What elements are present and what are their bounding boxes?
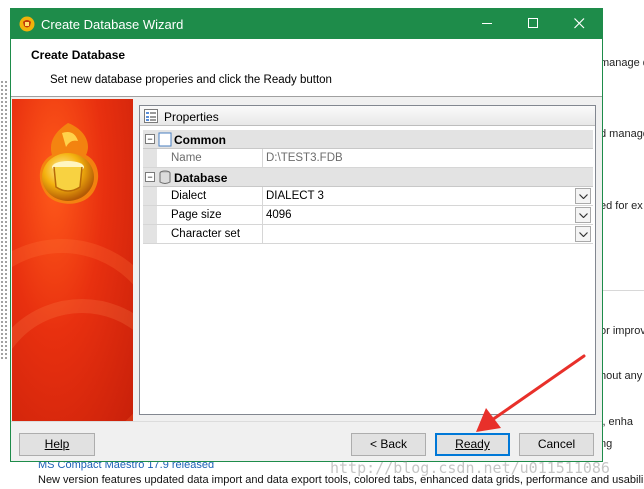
collapse-icon[interactable]: − <box>145 134 155 144</box>
cancel-button[interactable]: Cancel <box>519 433 594 456</box>
properties-panel: Properties − Common Name D:\TEST3.FDB − … <box>139 105 596 415</box>
button-bar: Help < Back Ready Cancel <box>11 421 602 461</box>
create-database-dialog: Create Database Wizard Create Database S… <box>10 8 603 462</box>
chevron-down-icon <box>579 213 588 218</box>
minimize-icon <box>482 23 492 24</box>
dialect-value: DIALECT 3 <box>266 190 324 202</box>
page-icon <box>158 132 172 147</box>
property-name: Page size <box>157 206 263 224</box>
minimize-button[interactable] <box>465 9 510 39</box>
property-name: Dialect <box>157 187 263 205</box>
back-button-label: < Back <box>369 437 408 451</box>
close-icon <box>574 18 585 29</box>
properties-header: Properties <box>140 106 595 126</box>
dropdown-button[interactable] <box>575 226 591 242</box>
page-subtitle: Set new database properies and click the… <box>50 74 332 86</box>
background-text: d manage <box>600 128 644 140</box>
property-row-dialect: Dialect DIALECT 3 <box>143 187 593 206</box>
property-value-name: D:\TEST3.FDB <box>266 152 343 164</box>
dropdown-button[interactable] <box>575 188 591 204</box>
cancel-button-label: Cancel <box>537 437 576 451</box>
page-size-select[interactable]: 4096 <box>264 206 593 224</box>
property-row-name: Name D:\TEST3.FDB <box>143 149 593 168</box>
background-text: manage d <box>600 57 644 69</box>
background-text: i, enha <box>600 416 634 428</box>
watermark: http://blog.csdn.net/u011511086 <box>330 459 610 477</box>
chevron-down-icon <box>579 194 588 199</box>
collapse-icon[interactable]: − <box>145 172 155 182</box>
character-set-select[interactable] <box>264 225 593 243</box>
maximize-button[interactable] <box>511 9 556 39</box>
page-title: Create Database <box>31 48 126 62</box>
help-button-label: Help <box>44 437 70 451</box>
background-divider <box>600 290 644 291</box>
property-name: Name <box>157 149 263 167</box>
background-text: or improv <box>600 325 644 337</box>
category-common[interactable]: − Common <box>143 130 593 149</box>
properties-label: Properties <box>164 110 219 124</box>
property-row-page-size: Page size 4096 <box>143 206 593 225</box>
wizard-side-image <box>12 99 133 421</box>
properties-icon <box>144 109 158 123</box>
property-grid: − Common Name D:\TEST3.FDB − Database Di… <box>143 130 593 244</box>
ready-button-label: Ready <box>455 437 490 451</box>
background-splitter <box>0 80 8 360</box>
background-text: ed for ex <box>600 200 643 212</box>
firebird-logo-icon <box>39 123 99 204</box>
property-row-character-set: Character set <box>143 225 593 244</box>
dropdown-button[interactable] <box>575 207 591 223</box>
category-database[interactable]: − Database <box>143 168 593 187</box>
chevron-down-icon <box>579 232 588 237</box>
wizard-header: Create Database Set new database properi… <box>11 39 602 97</box>
back-button[interactable]: < Back <box>351 433 426 456</box>
background-text: hout any <box>600 370 643 382</box>
maximize-icon <box>528 18 538 28</box>
title-bar[interactable]: Create Database Wizard <box>11 9 602 39</box>
property-name: Character set <box>157 225 263 243</box>
ready-button[interactable]: Ready <box>435 433 510 456</box>
category-label: Common <box>174 133 226 147</box>
category-label: Database <box>174 171 228 185</box>
page-size-value: 4096 <box>266 209 292 221</box>
window-title: Create Database Wizard <box>41 17 184 32</box>
dialect-select[interactable]: DIALECT 3 <box>264 187 593 205</box>
help-button[interactable]: Help <box>19 433 95 456</box>
app-icon <box>19 16 35 32</box>
database-icon <box>159 170 171 184</box>
close-button[interactable] <box>557 9 602 39</box>
